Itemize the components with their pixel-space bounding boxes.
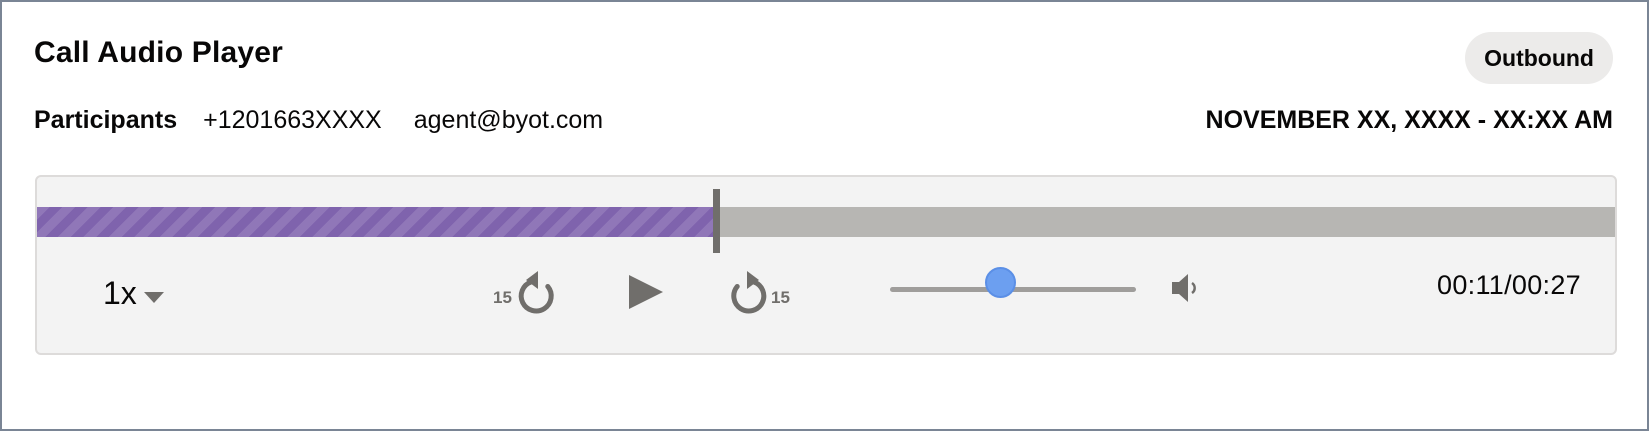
total-time: 00:27 bbox=[1511, 270, 1581, 300]
progress-fill bbox=[37, 207, 716, 237]
playback-speed-value: 1x bbox=[103, 275, 137, 311]
rewind-seconds: 15 bbox=[493, 287, 512, 307]
playback-time: 00:11/00:27 bbox=[1437, 270, 1581, 301]
participant-email: agent@byot.com bbox=[413, 106, 604, 134]
participant-phone: +1201663XXXX bbox=[203, 106, 382, 134]
audio-player: 1x 15 15 00:11/00:27 bbox=[35, 175, 1617, 355]
playhead-handle[interactable] bbox=[712, 189, 720, 253]
forward-seconds: 15 bbox=[771, 287, 790, 307]
page-title: Call Audio Player bbox=[34, 36, 284, 69]
progress-track[interactable] bbox=[37, 207, 1615, 237]
play-button[interactable] bbox=[627, 273, 665, 316]
play-icon bbox=[627, 273, 665, 316]
speaker-icon bbox=[1169, 274, 1199, 309]
participants-row: Participants +1201663XXXX agent@byot.com bbox=[34, 106, 635, 135]
playback-speed-dropdown[interactable]: 1x bbox=[103, 275, 165, 312]
direction-badge: Outbound bbox=[1465, 32, 1613, 84]
caret-down-icon bbox=[143, 275, 165, 312]
rewind-15-button[interactable]: 15 bbox=[493, 267, 558, 320]
current-time: 00:11 bbox=[1437, 270, 1505, 300]
participants-label: Participants bbox=[34, 106, 178, 134]
time-separator: / bbox=[1504, 270, 1512, 300]
forward-15-button[interactable]: 15 bbox=[727, 267, 790, 320]
mute-button[interactable] bbox=[1169, 271, 1199, 310]
call-datetime: NOVEMBER XX, XXXX - XX:XX AM bbox=[1205, 106, 1613, 134]
forward-15-icon bbox=[727, 267, 771, 320]
volume-slider-thumb[interactable] bbox=[985, 267, 1016, 298]
call-audio-player-card: Call Audio Player Outbound Participants … bbox=[0, 0, 1649, 431]
rewind-15-icon bbox=[514, 267, 558, 320]
